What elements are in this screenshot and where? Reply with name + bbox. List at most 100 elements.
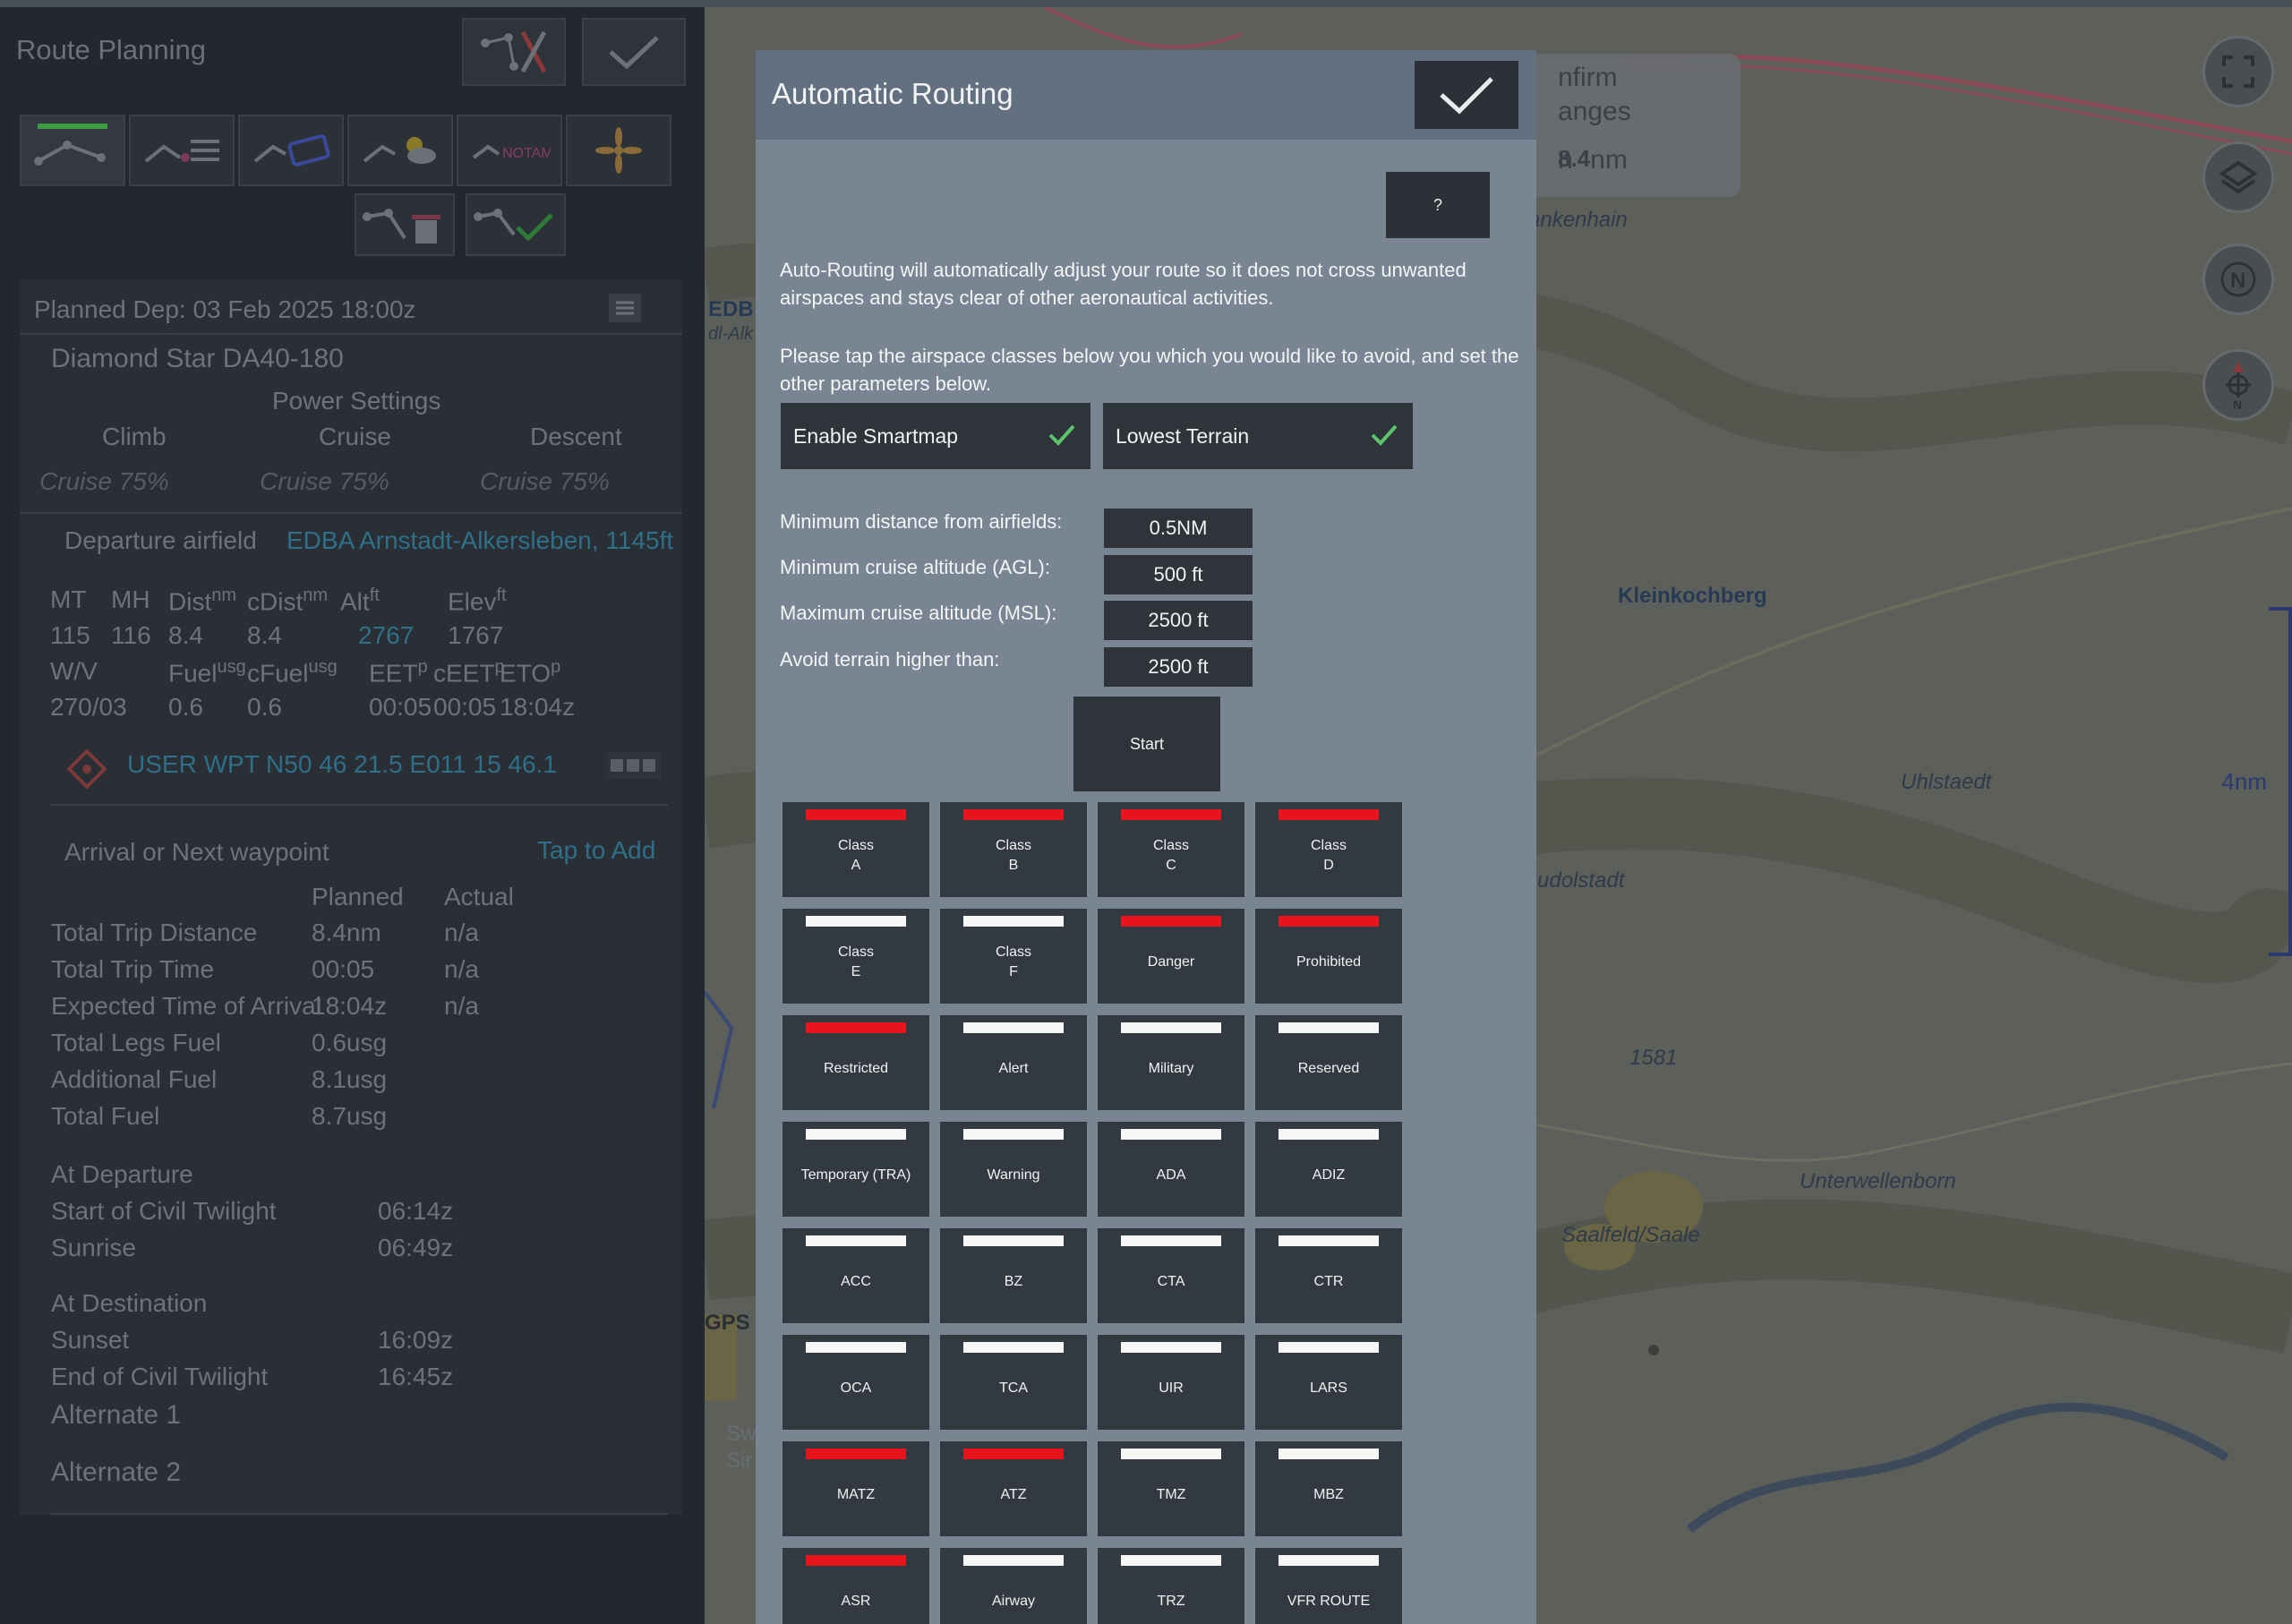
airspace-status-bar bbox=[963, 809, 1064, 820]
airspace-toggle-cta[interactable]: CTA bbox=[1098, 1228, 1244, 1323]
airspace-toggle-class-d[interactable]: Class D bbox=[1255, 802, 1402, 897]
user-waypoint-link[interactable]: USER WPT N50 46 21.5 E011 15 46.1 bbox=[127, 750, 557, 779]
planning-tabs: NOTAM bbox=[20, 115, 671, 186]
min-airfield-distance-input[interactable]: 0.5NM bbox=[1104, 509, 1253, 548]
airspace-toggle-oca[interactable]: OCA bbox=[783, 1335, 929, 1430]
airspace-toggle-temporary-tra[interactable]: Temporary (TRA) bbox=[783, 1122, 929, 1217]
val-alt[interactable]: 2767 bbox=[358, 621, 414, 650]
airspace-toggle-acc[interactable]: ACC bbox=[783, 1228, 929, 1323]
airspace-toggle-alert[interactable]: Alert bbox=[940, 1015, 1087, 1110]
airspace-toggle-restricted[interactable]: Restricted bbox=[783, 1015, 929, 1110]
departure-airfield-link[interactable]: EDBA Arnstadt-Alkersleben, 1145ft bbox=[286, 526, 673, 555]
hdr-dist: Distnm bbox=[168, 585, 237, 616]
route-icon bbox=[34, 141, 106, 166]
airspace-status-bar bbox=[963, 916, 1064, 927]
propeller-icon bbox=[595, 127, 642, 174]
confirm-changes-card[interactable]: nfirm anges n 8.4 nm bbox=[1508, 54, 1740, 197]
summary-planned: 8.4nm bbox=[312, 919, 381, 946]
airspace-label: Alert bbox=[998, 1061, 1029, 1076]
airspace-toggle-danger[interactable]: Danger bbox=[1098, 909, 1244, 1004]
max-cruise-altitude-input[interactable]: 2500 ft bbox=[1104, 601, 1253, 640]
planned-departure[interactable]: Planned Dep: 03 Feb 2025 18:00z bbox=[34, 295, 416, 324]
airspace-toggle-atz[interactable]: ATZ bbox=[940, 1441, 1087, 1536]
airspace-toggle-mbz[interactable]: MBZ bbox=[1255, 1441, 1402, 1536]
airspace-toggle-matz[interactable]: MATZ bbox=[783, 1441, 929, 1536]
airspace-toggle-tca[interactable]: TCA bbox=[940, 1335, 1087, 1430]
north-up-button[interactable]: N bbox=[2202, 244, 2274, 315]
val-wv[interactable]: 270/03 bbox=[50, 693, 127, 722]
fullscreen-button[interactable] bbox=[2202, 36, 2274, 107]
airspace-toggle-military[interactable]: Military bbox=[1098, 1015, 1244, 1110]
airspace-status-bar bbox=[1121, 1555, 1221, 1566]
dialog-confirm-button[interactable] bbox=[1415, 61, 1518, 129]
airspace-toggle-reserved[interactable]: Reserved bbox=[1255, 1015, 1402, 1110]
tab-route-ticket[interactable] bbox=[238, 115, 344, 186]
power-descent[interactable]: Cruise 75% bbox=[480, 467, 610, 496]
airspace-label: ATZ bbox=[1000, 1487, 1027, 1502]
alternate-2[interactable]: Alternate 2 bbox=[51, 1457, 181, 1488]
delete-route-button[interactable] bbox=[355, 193, 455, 256]
airspace-toggle-airway[interactable]: Airway bbox=[940, 1548, 1087, 1624]
menu-icon[interactable] bbox=[609, 294, 641, 322]
airspace-toggle-lars[interactable]: LARS bbox=[1255, 1335, 1402, 1430]
airspace-toggle-tmz[interactable]: TMZ bbox=[1098, 1441, 1244, 1536]
hdr-mt: MT bbox=[50, 585, 87, 613]
avoid-terrain-input[interactable]: 2500 ft bbox=[1104, 647, 1253, 687]
tab-route[interactable] bbox=[20, 115, 125, 186]
power-climb[interactable]: Cruise 75% bbox=[39, 467, 169, 496]
summary-planned: 18:04z bbox=[312, 992, 388, 1020]
param-label: Minimum distance from airfields: bbox=[780, 510, 1063, 533]
airspace-toggle-prohibited[interactable]: Prohibited bbox=[1255, 909, 1402, 1004]
tab-weather[interactable] bbox=[347, 115, 453, 186]
min-cruise-altitude-input[interactable]: 500 ft bbox=[1104, 555, 1253, 594]
enable-smartmap-toggle[interactable]: Enable Smartmap bbox=[781, 403, 1090, 469]
svg-text:N: N bbox=[2230, 269, 2245, 293]
airspace-toggle-asr[interactable]: ASR bbox=[783, 1548, 929, 1624]
airspace-toggle-uir[interactable]: UIR bbox=[1098, 1335, 1244, 1430]
tab-settings[interactable] bbox=[566, 115, 671, 186]
tab-route-list[interactable] bbox=[129, 115, 235, 186]
airspace-toggle-class-f[interactable]: Class F bbox=[940, 909, 1087, 1004]
airspace-status-bar bbox=[1279, 1555, 1379, 1566]
top-strip bbox=[0, 0, 2292, 7]
aircraft-name[interactable]: Diamond Star DA40-180 bbox=[51, 344, 344, 374]
airspace-status-bar bbox=[1279, 1022, 1379, 1033]
airspace-status-bar bbox=[1279, 1129, 1379, 1140]
hdr-mh: MH bbox=[111, 585, 150, 613]
airspace-toggle-warning[interactable]: Warning bbox=[940, 1122, 1087, 1217]
airspace-toggle-ada[interactable]: ADA bbox=[1098, 1122, 1244, 1217]
help-button[interactable]: ? bbox=[1386, 172, 1490, 238]
map-label: Sw bbox=[726, 1422, 757, 1446]
airspace-toggle-adiz[interactable]: ADIZ bbox=[1255, 1122, 1402, 1217]
airspace-toggle-class-c[interactable]: Class C bbox=[1098, 802, 1244, 897]
airspace-label: Prohibited bbox=[1296, 954, 1362, 970]
more-options-icon[interactable] bbox=[605, 752, 661, 779]
tab-notam[interactable]: NOTAM bbox=[457, 115, 562, 186]
hdr-fuel: Fuelusg bbox=[168, 657, 246, 688]
airspace-status-bar bbox=[1121, 1129, 1221, 1140]
confirm-route-button[interactable] bbox=[582, 18, 686, 86]
start-button[interactable]: Start bbox=[1073, 697, 1220, 791]
airspace-toggle-trz[interactable]: TRZ bbox=[1098, 1548, 1244, 1624]
route-tools-button[interactable] bbox=[462, 18, 566, 86]
airspace-status-bar bbox=[1121, 809, 1221, 820]
dest-row-value: 16:09z bbox=[378, 1326, 454, 1354]
power-cruise[interactable]: Cruise 75% bbox=[260, 467, 389, 496]
notam-icon: NOTAM bbox=[472, 144, 551, 161]
airspace-toggle-class-b[interactable]: Class B bbox=[940, 802, 1087, 897]
at-destination-label: At Destination bbox=[51, 1289, 208, 1317]
airspace-toggle-class-a[interactable]: Class A bbox=[783, 802, 929, 897]
validate-route-button[interactable] bbox=[466, 193, 566, 256]
layers-button[interactable] bbox=[2202, 141, 2274, 213]
route-delete-icon bbox=[363, 209, 440, 244]
track-up-button[interactable]: N bbox=[2202, 349, 2274, 421]
airspace-toggle-bz[interactable]: BZ bbox=[940, 1228, 1087, 1323]
airspace-status-bar bbox=[806, 916, 906, 927]
airspace-toggle-class-e[interactable]: Class E bbox=[783, 909, 929, 1004]
lowest-terrain-toggle[interactable]: Lowest Terrain bbox=[1103, 403, 1413, 469]
airspace-label: Warning bbox=[987, 1167, 1040, 1183]
airspace-toggle-vfr-route[interactable]: VFR ROUTE bbox=[1255, 1548, 1402, 1624]
airspace-toggle-ctr[interactable]: CTR bbox=[1255, 1228, 1402, 1323]
tap-to-add-link[interactable]: Tap to Add bbox=[537, 836, 655, 865]
alternate-1[interactable]: Alternate 1 bbox=[51, 1400, 181, 1431]
